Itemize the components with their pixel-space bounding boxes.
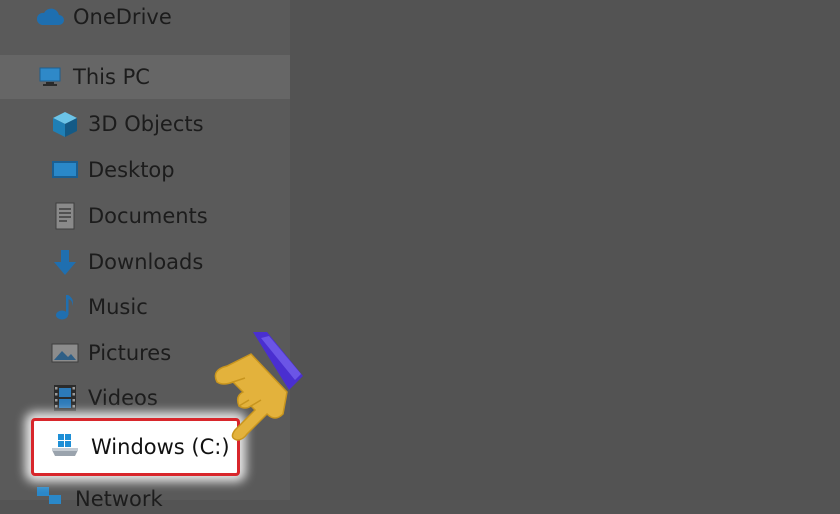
nav-item-downloads[interactable]: Downloads bbox=[0, 240, 290, 284]
nav-item-label: Pictures bbox=[88, 341, 172, 365]
nav-item-3d-objects[interactable]: 3D Objects bbox=[0, 102, 290, 146]
nav-item-network[interactable]: Network bbox=[35, 484, 163, 514]
nav-item-music[interactable]: Music bbox=[0, 285, 290, 329]
nav-item-label: Music bbox=[88, 295, 148, 319]
picture-icon bbox=[50, 338, 80, 368]
nav-item-label: Videos bbox=[88, 386, 158, 410]
pointing-hand-icon bbox=[214, 332, 303, 441]
nav-item-label: Network bbox=[75, 487, 163, 511]
computer-icon bbox=[35, 62, 65, 92]
cloud-icon bbox=[35, 2, 65, 32]
monitor-icon bbox=[50, 155, 80, 185]
windows-drive-icon bbox=[49, 432, 81, 462]
network-icon bbox=[35, 485, 63, 513]
nav-item-label: Desktop bbox=[88, 158, 175, 182]
download-arrow-icon bbox=[50, 247, 80, 277]
nav-item-documents[interactable]: Documents bbox=[0, 194, 290, 238]
cube-icon bbox=[50, 109, 80, 139]
film-icon bbox=[50, 383, 80, 413]
music-note-icon bbox=[50, 292, 80, 322]
nav-item-label: 3D Objects bbox=[88, 112, 204, 136]
file-list-pane bbox=[290, 0, 840, 500]
nav-item-label: This PC bbox=[73, 65, 150, 89]
nav-item-windows-drive[interactable]: Windows (C:) bbox=[49, 421, 230, 473]
nav-item-label: OneDrive bbox=[73, 5, 172, 29]
document-icon bbox=[50, 201, 80, 231]
nav-item-desktop[interactable]: Desktop bbox=[0, 148, 290, 192]
nav-item-label: Documents bbox=[88, 204, 208, 228]
nav-item-this-pc[interactable]: This PC bbox=[0, 55, 290, 99]
nav-item-onedrive[interactable]: OneDrive bbox=[0, 0, 290, 39]
nav-item-label: Downloads bbox=[88, 250, 204, 274]
